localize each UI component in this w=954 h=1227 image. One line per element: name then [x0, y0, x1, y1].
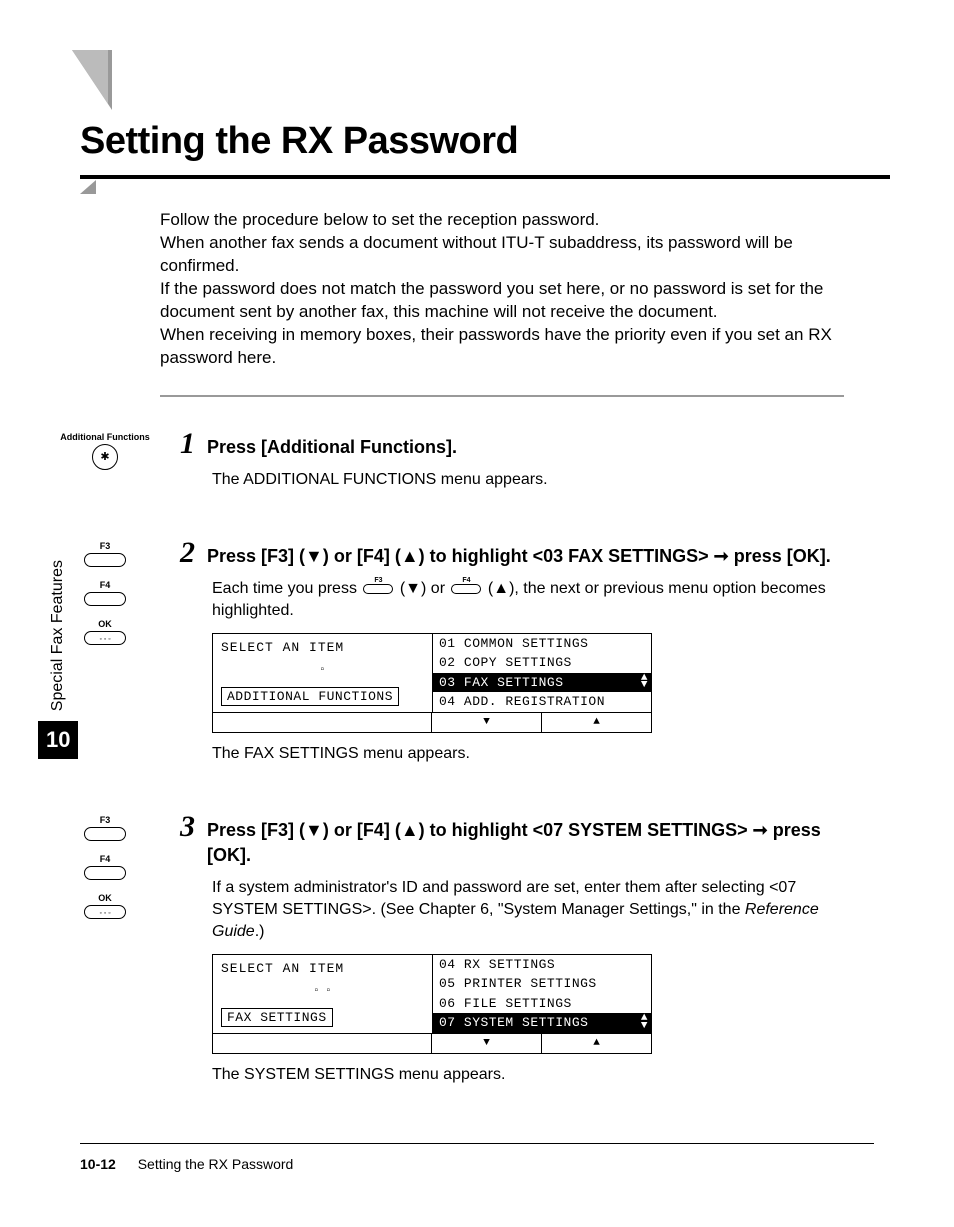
up-arrow-icon: ▲	[541, 1034, 651, 1053]
ok-key: OK	[84, 619, 126, 650]
step-title: Press [Additional Functions].	[207, 435, 457, 460]
step-1: Additional Functions ✱ 1 Press [Addition…	[50, 427, 844, 501]
f3-key-inline: F3	[363, 584, 393, 594]
step-number: 2	[180, 536, 195, 570]
step-2: F3 F4 OK 2 Press [F3] (▼) or [F4] (▲) to…	[50, 536, 844, 775]
down-arrow-icon: ▼	[431, 713, 541, 732]
title-underline	[80, 175, 890, 179]
step-3: F3 F4 OK 3 Press [F3] (▼) or [F4] (▲) to…	[50, 810, 844, 1096]
side-tab-chapter: 10	[38, 721, 78, 759]
lcd-menu-item: 01 COMMON SETTINGS	[433, 634, 651, 654]
footer: 10-12 Setting the RX Password	[80, 1143, 874, 1173]
footer-title: Setting the RX Password	[138, 1156, 294, 1172]
f3-key: F3	[84, 815, 126, 846]
lcd-menu-item: 04 RX SETTINGS	[433, 955, 651, 975]
step-title: Press [F3] (▼) or [F4] (▲) to highlight …	[207, 544, 831, 569]
f4-key: F4	[84, 580, 126, 611]
lcd-menu-item: 07 SYSTEM SETTINGS▲▼	[433, 1013, 651, 1033]
f4-key-inline: F4	[451, 584, 481, 594]
lcd-context: ADDITIONAL FUNCTIONS	[221, 687, 399, 706]
step-number: 3	[180, 810, 195, 844]
f4-key: F4	[84, 854, 126, 885]
lcd-indicator: ▫	[221, 665, 424, 676]
additional-functions-key: Additional Functions ✱	[60, 432, 150, 470]
lcd-menu-item: 05 PRINTER SETTINGS	[433, 974, 651, 994]
corner-decoration	[72, 50, 112, 110]
down-arrow-icon: ▼	[431, 1034, 541, 1053]
intro-divider	[160, 395, 844, 397]
lcd-prompt: SELECT AN ITEM	[221, 640, 424, 655]
page-number: 10-12	[80, 1156, 116, 1172]
lcd-indicator: ▫ ▫	[221, 986, 424, 997]
lcd-menu-item: 02 COPY SETTINGS	[433, 653, 651, 673]
step-result: The FAX SETTINGS menu appears.	[212, 743, 844, 765]
scroll-indicator-icon: ▲▼	[641, 1015, 648, 1030]
step-title: Press [F3] (▼) or [F4] (▲) to highlight …	[207, 818, 844, 868]
step-description: Each time you press F3 (▼) or F4 (▲), th…	[212, 578, 844, 623]
up-arrow-icon: ▲	[541, 713, 651, 732]
lcd-context: FAX SETTINGS	[221, 1008, 333, 1027]
lcd-menu-item: 06 FILE SETTINGS	[433, 994, 651, 1014]
step-result: The ADDITIONAL FUNCTIONS menu appears.	[212, 469, 844, 491]
step-number: 1	[180, 427, 195, 461]
lcd-screen: SELECT AN ITEM ▫ ADDITIONAL FUNCTIONS 01…	[212, 633, 652, 733]
scroll-indicator-icon: ▲▼	[641, 675, 648, 690]
lcd-menu-item: 03 FAX SETTINGS▲▼	[433, 673, 651, 693]
f3-key: F3	[84, 541, 126, 572]
intro-text: Follow the procedure below to set the re…	[160, 209, 844, 370]
ok-key: OK	[84, 893, 126, 924]
lcd-menu-item: 04 ADD. REGISTRATION	[433, 692, 651, 712]
step-description: If a system administrator's ID and passw…	[212, 877, 844, 944]
side-tab: Special Fax Features 10	[38, 560, 78, 759]
step-result: The SYSTEM SETTINGS menu appears.	[212, 1064, 844, 1086]
lcd-screen: SELECT AN ITEM ▫ ▫ FAX SETTINGS 04 RX SE…	[212, 954, 652, 1054]
lcd-prompt: SELECT AN ITEM	[221, 961, 424, 976]
page-title: Setting the RX Password	[80, 120, 874, 163]
side-tab-label: Special Fax Features	[49, 560, 67, 711]
corner-decoration-small	[80, 180, 96, 194]
